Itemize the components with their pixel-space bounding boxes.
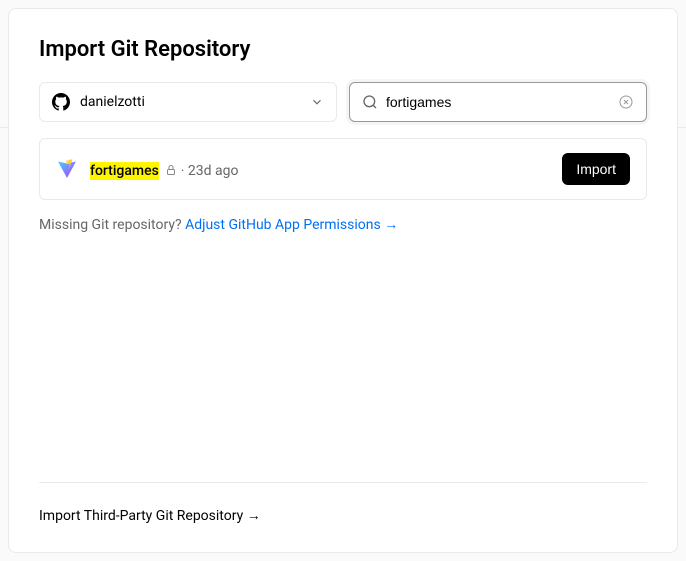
github-icon [52, 93, 70, 111]
search-icon [362, 94, 378, 110]
missing-repo-text: Missing Git repository? Adjust GitHub Ap… [39, 216, 647, 233]
chevron-down-icon [310, 95, 324, 109]
repo-item: fortigames · 23d ago Import [39, 138, 647, 200]
import-button[interactable]: Import [562, 153, 630, 185]
clear-icon[interactable] [618, 94, 634, 110]
search-input[interactable] [386, 94, 618, 110]
spacer [39, 233, 647, 482]
third-party-link[interactable]: Import Third-Party Git Repository → [39, 507, 647, 524]
account-select[interactable]: danielzotti [39, 82, 337, 122]
page-title: Import Git Repository [39, 37, 647, 62]
repo-name-wrapper: fortigames · 23d ago [90, 160, 238, 179]
missing-prefix: Missing Git repository? [39, 217, 185, 233]
account-name: danielzotti [80, 94, 145, 110]
lock-icon [165, 164, 177, 176]
adjust-permissions-link[interactable]: Adjust GitHub App Permissions → [185, 217, 398, 233]
repo-updated: 23d ago [188, 163, 239, 179]
controls-row: danielzotti [39, 82, 647, 122]
vite-icon [56, 158, 78, 180]
search-box[interactable] [349, 82, 647, 122]
third-party-label: Import Third-Party Git Repository → [39, 507, 261, 524]
repo-separator: · [181, 163, 188, 179]
repo-name: fortigames [90, 162, 159, 180]
bottom-divider [39, 482, 647, 483]
repo-info: fortigames · 23d ago [56, 158, 238, 180]
import-card: Import Git Repository danielzotti [8, 8, 678, 553]
